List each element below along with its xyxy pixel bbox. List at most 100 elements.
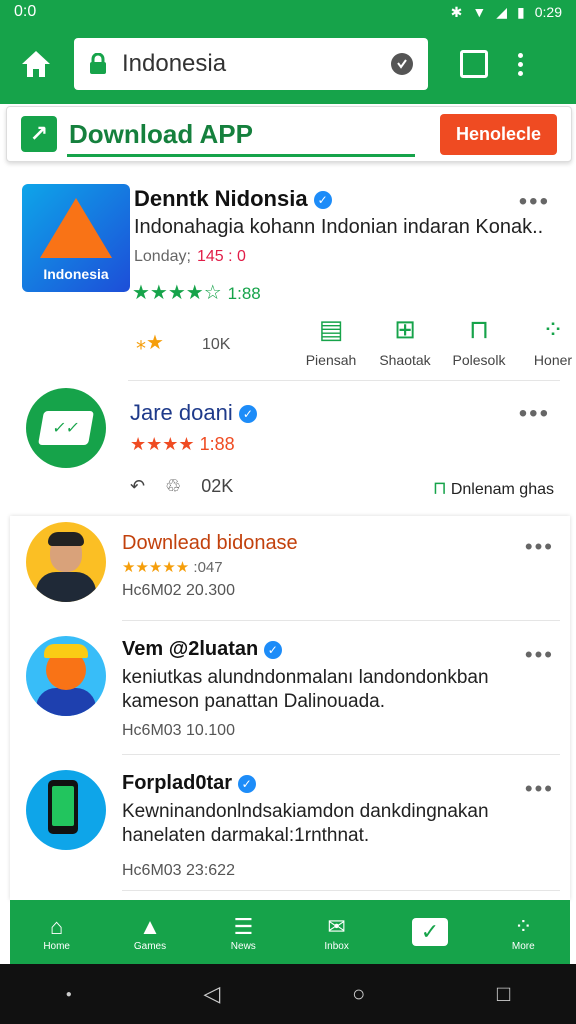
rating-value: :047	[193, 559, 223, 576]
verified-icon: ✓	[263, 640, 282, 659]
home-icon	[22, 51, 50, 77]
action-label: Honer	[533, 352, 573, 368]
post-title: Vem @2luatan ✓	[122, 638, 282, 661]
avatar[interactable]	[26, 522, 106, 602]
games-icon: ▲	[139, 913, 161, 939]
apps-icon: ⁘	[514, 913, 533, 939]
app-title-text: Jare doani	[130, 400, 233, 425]
wifi-icon: ▼	[472, 4, 487, 20]
bag-icon: ⊓	[468, 314, 490, 344]
reaction-row: ↶ ♲ 02K	[130, 476, 233, 497]
banner-underline	[67, 154, 415, 157]
book-icon: ▤	[318, 314, 344, 344]
nav-label: More	[511, 940, 535, 952]
avatar[interactable]	[26, 636, 106, 716]
post-body: Kewninandonlndsakiamdon dankdingnakan ha…	[122, 800, 489, 848]
home-circle-button[interactable]: ○	[352, 981, 365, 1007]
back-button[interactable]: ◁	[203, 981, 220, 1007]
sparkle-icon: ⁎★	[136, 332, 164, 354]
post-title: Forplad0tar ✓	[122, 772, 256, 795]
app-description: Indonahagia kohann Indonian indaran Kona…	[134, 216, 544, 238]
action-label: Piensah	[305, 352, 357, 368]
browser-toolbar: Indonesia	[0, 24, 576, 104]
nav-label: Inbox	[324, 940, 349, 952]
action-label: Shaotak	[379, 352, 431, 368]
app-card-featured[interactable]: Indonesia Denntk Nidonsia ✓ ••• Indonaha…	[0, 176, 576, 381]
nav-label: Home	[43, 940, 70, 952]
battery-time: 0:29	[534, 4, 562, 20]
nav-games[interactable]: ▲ Games	[115, 913, 185, 952]
more-options-button[interactable]: •••	[519, 400, 550, 428]
post-meta: Hc6M03 10.100	[122, 722, 235, 739]
verified-icon: ✓	[238, 405, 257, 424]
shield-icon[interactable]	[390, 52, 414, 76]
action-button-4[interactable]: ⁘ Honer	[522, 314, 576, 368]
list-item[interactable]: Forplad0tar ✓ Kewninandonlndsakiamdon da…	[10, 756, 570, 892]
meta-label: Londay;	[134, 248, 191, 265]
more-options-button[interactable]: •••	[519, 188, 550, 216]
nav-home[interactable]: ⌂ Home	[22, 913, 92, 952]
check-icon: ✓	[411, 918, 448, 946]
like-icon[interactable]: ♲	[165, 476, 181, 497]
rating-value: 1:88	[227, 284, 261, 303]
banner-button[interactable]: Henolecle	[439, 113, 557, 155]
download-link-text: Dnlenam ghas	[450, 481, 554, 498]
download-link[interactable]: ⊓ Dnlenam ghas	[433, 478, 554, 499]
action-button-1[interactable]: ▤ Piensah	[300, 314, 362, 368]
inbox-icon: ✉	[327, 913, 346, 939]
list-item[interactable]: Vem @2luatan ✓ keniutkas alundndonmalanı…	[10, 622, 570, 755]
banner-text: Download APP	[69, 118, 253, 149]
list-icon: ☰	[233, 913, 254, 939]
app-icon[interactable]: ✓✓	[26, 388, 106, 468]
url-text: Indonesia	[122, 50, 227, 77]
post-meta: Hc6M03 23:622	[122, 862, 235, 879]
overflow-menu-button[interactable]	[518, 52, 523, 76]
avatar[interactable]	[26, 770, 106, 850]
star-rating: ★★★★☆	[132, 282, 222, 304]
action-button-3[interactable]: ⊓ Polesolk	[448, 314, 510, 368]
post-meta: Hc6M02 20.300	[122, 582, 235, 599]
more-options-button[interactable]: •••	[525, 642, 554, 668]
action-row: ▤ Piensah ⊞ Shaotak ⊓ Polesolk ⁘ Honer	[300, 314, 576, 368]
post-title-text: Forplad0tar	[122, 772, 233, 794]
more-options-button[interactable]: •••	[525, 534, 554, 560]
app-card-secondary[interactable]: ✓✓ Jare doani ✓ ••• ★★★★ 1:88 ↶ ♲ 02K ⊓ D…	[0, 384, 576, 514]
meta-value: 145 : 0	[196, 248, 246, 265]
divider	[122, 890, 560, 891]
more-options-button[interactable]: •••	[525, 776, 554, 802]
star-rating: ★★★★★	[122, 559, 190, 576]
home-button[interactable]	[12, 40, 60, 88]
share-icon[interactable]: ↶	[130, 476, 145, 497]
rating: ★★★★☆ 1:88	[132, 280, 261, 305]
tabs-button[interactable]	[460, 50, 488, 78]
nav-label: News	[230, 940, 256, 952]
divider	[122, 620, 560, 621]
app-title-text: Denntk Nidonsia	[134, 186, 308, 211]
divider	[122, 754, 560, 755]
nav-news[interactable]: ☰ News	[208, 913, 278, 952]
download-value: 10K	[201, 336, 231, 353]
feed-list: Downlead bidonase ★★★★★ :047 Hc6M02 20.3…	[10, 516, 570, 900]
list-item[interactable]: Downlead bidonase ★★★★★ :047 Hc6M02 20.3…	[10, 516, 570, 621]
nav-inbox[interactable]: ✉ Inbox	[302, 913, 372, 952]
grid-icon: ⁘	[542, 314, 564, 344]
verified-icon: ✓	[237, 774, 256, 793]
star-rating: ★★★★	[130, 434, 195, 454]
address-bar[interactable]: Indonesia	[74, 38, 428, 90]
app-icon[interactable]: Indonesia	[22, 184, 130, 292]
download-banner[interactable]: ↗ Download APP Henolecle	[6, 106, 572, 162]
bluetooth-icon: ✱	[450, 3, 463, 20]
download-value: 02K	[201, 476, 234, 496]
bottom-navigation: ⌂ Home ▲ Games ☰ News ✉ Inbox ✓ ⁘ More	[10, 900, 570, 964]
lock-icon	[90, 53, 106, 74]
nav-active[interactable]: ✓	[395, 918, 465, 946]
signal-icon: ◢	[496, 3, 508, 20]
post-body: keniutkas alundndonmalanı landondonkban …	[122, 666, 489, 714]
nav-more[interactable]: ⁘ More	[488, 913, 558, 952]
action-label: Polesolk	[452, 352, 506, 368]
dot-icon: ●	[65, 988, 72, 1000]
post-body-line: Kewninandonlndsakiamdon dankdingnakan	[122, 801, 489, 822]
action-button-2[interactable]: ⊞ Shaotak	[374, 314, 436, 368]
app-icon-label: Indonesia	[43, 266, 109, 282]
recents-button[interactable]: □	[497, 981, 510, 1007]
